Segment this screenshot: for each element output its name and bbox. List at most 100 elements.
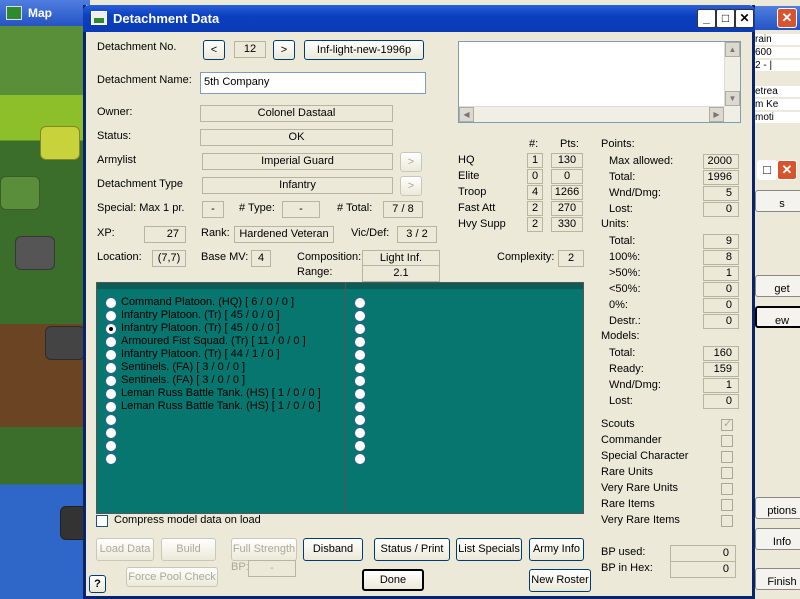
unit-list-item[interactable]: Leman Russ Battle Tank. (HS) [ 1 / 0 / 0…: [121, 400, 321, 412]
force-pool-check-button[interactable]: Force Pool Check: [126, 567, 218, 587]
right-button[interactable]: ptions: [755, 497, 800, 519]
unit-radio[interactable]: [354, 349, 366, 361]
right-button[interactable]: s: [755, 190, 800, 212]
unit-radio[interactable]: [105, 453, 117, 465]
preset-button[interactable]: Inf-light-new-1996p: [304, 40, 424, 60]
unit-radio[interactable]: [354, 414, 366, 426]
map-hex[interactable]: [40, 126, 80, 160]
unit-list-item[interactable]: Leman Russ Battle Tank. (HS) [ 1 / 0 / 0…: [121, 387, 321, 399]
notes-textarea[interactable]: ▲ ▼ ◀ ▶: [458, 41, 741, 123]
unit-radio[interactable]: [105, 427, 117, 439]
flag-checkbox[interactable]: [721, 499, 733, 511]
detachment-name-input[interactable]: 5th Company: [200, 72, 426, 94]
unit-radio[interactable]: [354, 297, 366, 309]
load-data-button[interactable]: Load Data: [96, 538, 154, 561]
map-title: Map: [28, 6, 52, 20]
unit-radio[interactable]: [354, 401, 366, 413]
units-list-panel-right[interactable]: [345, 282, 584, 514]
new-roster-button[interactable]: New Roster: [529, 569, 591, 592]
unit-radio[interactable]: [354, 388, 366, 400]
close-icon[interactable]: ✕: [777, 8, 797, 28]
scroll-down-icon[interactable]: ▼: [725, 91, 740, 106]
build-button[interactable]: Build: [161, 538, 216, 561]
units-header: Units:: [601, 218, 630, 230]
help-button[interactable]: ?: [89, 575, 106, 593]
list-specials-button[interactable]: List Specials: [456, 538, 522, 561]
detachment-type-select-button[interactable]: >: [400, 176, 422, 196]
unit-list-item[interactable]: Infantry Platoon. (Tr) [ 44 / 1 / 0 ]: [121, 348, 280, 360]
maximize-icon[interactable]: □: [716, 9, 735, 28]
bp-small-label: BP:: [231, 561, 249, 573]
armylist-select-button[interactable]: >: [400, 152, 422, 172]
unit-radio[interactable]: [354, 362, 366, 374]
compress-checkbox[interactable]: [96, 515, 108, 527]
unit-radio[interactable]: [105, 310, 117, 322]
done-button[interactable]: Done: [362, 569, 424, 591]
unit-radio[interactable]: [105, 401, 117, 413]
notes-horizontal-scrollbar[interactable]: ◀ ▶: [459, 106, 725, 122]
scroll-right-icon[interactable]: ▶: [709, 107, 724, 122]
full-strength-button[interactable]: Full Strength: [231, 538, 297, 561]
flag-checkbox[interactable]: [721, 483, 733, 495]
unit-radio[interactable]: [105, 388, 117, 400]
unit-list-item[interactable]: Infantry Platoon. (Tr) [ 45 / 0 / 0 ]: [121, 309, 280, 321]
unit-radio[interactable]: [354, 427, 366, 439]
units-stat-label: 100%:: [609, 251, 641, 263]
units-stat-value: 8: [703, 250, 739, 265]
scroll-up-icon[interactable]: ▲: [725, 42, 740, 57]
unit-counter-icon[interactable]: [15, 236, 55, 270]
close-icon[interactable]: ✕: [777, 160, 797, 180]
flag-checkbox[interactable]: [721, 435, 733, 447]
unit-radio[interactable]: [354, 440, 366, 452]
flag-checkbox[interactable]: [721, 417, 733, 431]
next-detachment-button[interactable]: >: [273, 40, 295, 60]
flag-checkbox[interactable]: [721, 451, 733, 463]
points-row-count: 2: [527, 217, 543, 232]
detachment-type-label: Detachment Type: [97, 178, 184, 190]
detachment-no-label: Detachment No.: [97, 41, 177, 53]
unit-radio[interactable]: [354, 323, 366, 335]
right-button[interactable]: Info: [755, 528, 800, 550]
unit-radio[interactable]: [105, 362, 117, 374]
status-print-button[interactable]: Status / Print: [374, 538, 450, 561]
armylist-value: Imperial Guard: [202, 153, 393, 170]
unit-radio[interactable]: [105, 440, 117, 452]
dialog-titlebar[interactable]: Detachment Data _ □ ✕: [83, 5, 755, 32]
unit-list-item[interactable]: Command Platoon. (HQ) [ 6 / 0 / 0 ]: [121, 296, 294, 308]
scroll-left-icon[interactable]: ◀: [459, 107, 474, 122]
unit-radio[interactable]: [105, 323, 117, 335]
close-icon[interactable]: ✕: [735, 9, 754, 28]
unit-list-item[interactable]: Armoured Fist Squad. (Tr) [ 11 / 0 / 0 ]: [121, 335, 306, 347]
right-button[interactable]: ew: [755, 306, 800, 328]
unit-radio[interactable]: [354, 453, 366, 465]
right-button[interactable]: get: [755, 275, 800, 297]
unit-radio[interactable]: [105, 414, 117, 426]
army-info-button[interactable]: Army Info: [529, 538, 584, 561]
flag-checkbox[interactable]: [721, 467, 733, 479]
unit-list-item[interactable]: Sentinels. (FA) [ 3 / 0 / 0 ]: [121, 361, 245, 373]
right-text-line: moti: [755, 112, 800, 123]
notes-vertical-scrollbar[interactable]: ▲ ▼: [724, 42, 740, 122]
unit-radio[interactable]: [354, 375, 366, 387]
unit-radio[interactable]: [105, 375, 117, 387]
unit-radio[interactable]: [105, 349, 117, 361]
unit-radio[interactable]: [105, 336, 117, 348]
owner-label: Owner:: [97, 106, 133, 118]
units-list-panel-left[interactable]: Command Platoon. (HQ) [ 6 / 0 / 0 ] Infan…: [96, 282, 346, 514]
restore-icon[interactable]: □: [757, 160, 777, 180]
unit-list-item[interactable]: Infantry Platoon. (Tr) [ 45 / 0 / 0 ]: [121, 322, 280, 334]
minimize-icon[interactable]: _: [697, 9, 716, 28]
unit-radio[interactable]: [354, 336, 366, 348]
flag-checkbox[interactable]: [721, 515, 733, 527]
right-button[interactable]: Finish: [755, 568, 800, 590]
map-hex[interactable]: [0, 176, 40, 210]
disband-button[interactable]: Disband: [303, 538, 363, 561]
unit-radio[interactable]: [354, 310, 366, 322]
hex-map[interactable]: [0, 26, 90, 599]
right-text-line: 2 - |: [755, 60, 800, 71]
prev-detachment-button[interactable]: <: [203, 40, 225, 60]
unit-list-item[interactable]: Sentinels. (FA) [ 3 / 0 / 0 ]: [121, 374, 245, 386]
points-row-label: Fast Att: [458, 202, 496, 214]
unit-counter-icon[interactable]: [45, 326, 85, 360]
unit-radio[interactable]: [105, 297, 117, 309]
